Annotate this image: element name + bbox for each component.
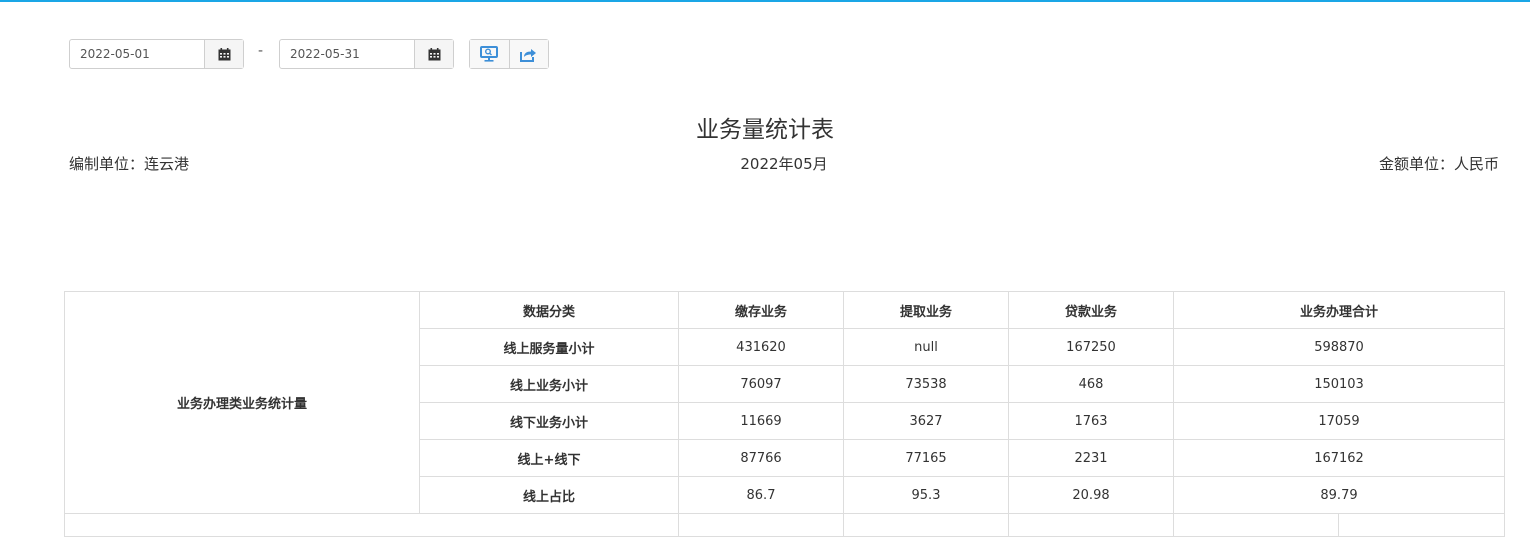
table-cell [678,513,844,537]
query-button[interactable] [470,40,509,68]
table-cell: 431620 [678,328,844,366]
table-cell: 89.79 [1172,476,1506,514]
table-cell: 73538 [843,365,1009,403]
header-cell: 贷款业务 [1008,291,1174,329]
group-label-cell: 业务办理类业务统计量 [64,291,420,514]
row-label-cell: 线上业务小计 [419,365,679,403]
action-button-group [469,39,549,69]
table-cell: 86.7 [678,476,844,514]
header-cell: 业务办理合计 [1172,291,1506,329]
export-button[interactable] [508,40,548,68]
header-cell: 数据分类 [419,291,679,329]
date-range-separator: - [258,43,264,59]
top-accent-bar [0,0,1530,2]
table-cell: 167162 [1172,439,1506,477]
header-cell: 缴存业务 [678,291,844,329]
report-period: 2022年05月 [740,155,828,173]
row-label-cell: 线上服务量小计 [419,328,679,366]
table-cell: 11669 [678,402,844,440]
end-date-picker [279,39,454,69]
table-cell: 87766 [678,439,844,477]
statistics-table: 业务办理类业务统计量 数据分类 缴存业务 提取业务 贷款业务 业务办理合计 线上… [64,291,1506,537]
currency-unit-label: 金额单位：人民币 [1378,155,1499,173]
table-cell: 1763 [1008,402,1174,440]
row-label-cell: 线上占比 [419,476,679,514]
calendar-icon [428,47,440,60]
table-cell: 167250 [1008,328,1174,366]
table-cell: 95.3 [843,476,1009,514]
table-cell [64,513,679,537]
export-icon [520,48,537,62]
start-date-picker [69,39,244,69]
table-cell: 20.98 [1008,476,1174,514]
table-cell: 3627 [843,402,1009,440]
table-cell: 77165 [843,439,1009,477]
table-cell [1337,513,1506,537]
table-cell: 468 [1008,365,1174,403]
table-cell: 598870 [1172,328,1506,366]
end-date-input[interactable] [280,40,414,68]
table-cell: 17059 [1172,402,1506,440]
table-cell [1008,513,1174,537]
table-cell: 76097 [678,365,844,403]
start-date-calendar-button[interactable] [204,40,243,68]
table-cell: 2231 [1008,439,1174,477]
report-title: 业务量统计表 [696,117,834,143]
table-cell: null [843,328,1009,366]
table-row [64,513,1506,537]
calendar-icon [218,47,230,60]
table-header-row: 业务办理类业务统计量 数据分类 缴存业务 提取业务 贷款业务 业务办理合计 [64,291,1506,514]
start-date-input[interactable] [70,40,204,68]
table-cell [1173,513,1339,537]
monitor-icon [480,46,499,62]
header-cell: 提取业务 [843,291,1009,329]
table-cell: 150103 [1172,365,1506,403]
table-cell [843,513,1009,537]
row-label-cell: 线上+线下 [419,439,679,477]
end-date-calendar-button[interactable] [414,40,453,68]
row-label-cell: 线下业务小计 [419,402,679,440]
